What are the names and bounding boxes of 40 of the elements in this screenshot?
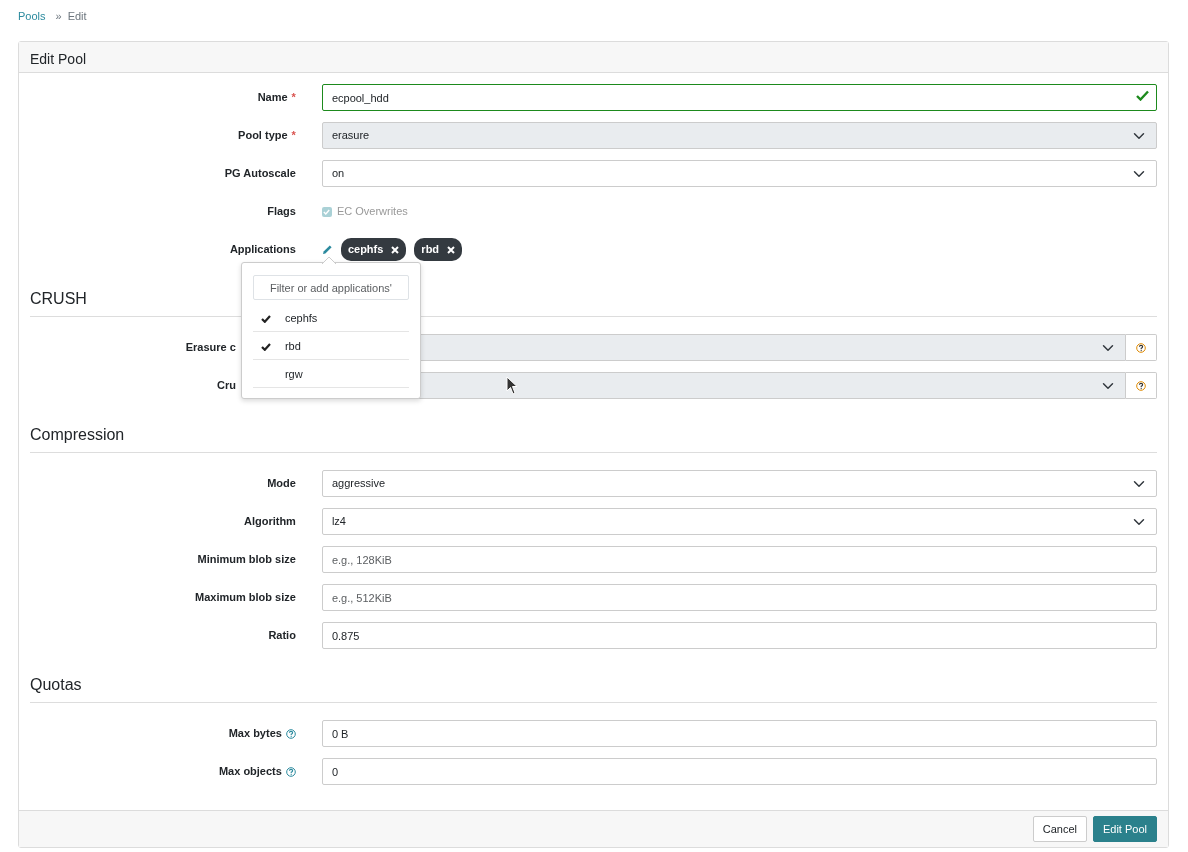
text-field[interactable]: e.g., 128KiB	[321, 546, 1157, 573]
breadcrumb-current: Edit	[67, 9, 87, 24]
select-field[interactable]: on	[321, 160, 1157, 187]
field-label: Max bytes	[228, 726, 282, 742]
section-heading: Compression	[30, 423, 1157, 453]
field-label: Pool type	[238, 128, 288, 144]
required-mark: *	[291, 90, 296, 106]
checkbox-label: EC Overwrites	[336, 204, 408, 220]
breadcrumb-link[interactable]: Pools	[18, 8, 46, 41]
submit-button[interactable]: Edit Pool	[1092, 816, 1157, 842]
application-option[interactable]: cephfs	[252, 304, 409, 333]
field-label: Max objects	[218, 764, 282, 780]
select-field[interactable]: aggressive	[321, 470, 1157, 497]
application-tag: rbd	[414, 238, 463, 261]
field-label: Erasure c	[185, 340, 236, 356]
field-label: PG Autoscale	[224, 166, 296, 182]
field-label: Maximum blob size	[195, 590, 296, 606]
section-heading: Quotas	[30, 673, 1157, 703]
field-label: Mode	[267, 476, 296, 492]
field-label: Name	[257, 90, 288, 106]
cancel-button[interactable]: Cancel	[1032, 816, 1087, 842]
application-tag: cephfs	[340, 238, 407, 261]
field-label: Flags	[267, 204, 296, 220]
text-field[interactable]: 0	[321, 758, 1157, 785]
field-label: Applications	[229, 242, 296, 258]
select-field[interactable]: lz4	[321, 508, 1157, 535]
field-label: Cru	[216, 378, 236, 394]
text-field[interactable]: ecpool_hdd	[321, 84, 1157, 111]
field-label: Minimum blob size	[197, 552, 296, 568]
card-title: Edit Pool	[19, 42, 1168, 73]
text-field[interactable]: e.g., 512KiB	[321, 584, 1157, 611]
text-field[interactable]: 0.875	[321, 622, 1157, 649]
application-option[interactable]: rgw	[252, 360, 409, 389]
field-label: Ratio	[268, 628, 296, 644]
field-label: Algorithm	[243, 514, 296, 530]
text-field[interactable]: 0 B	[321, 720, 1157, 747]
application-option[interactable]: rbd	[252, 332, 409, 361]
required-mark: *	[291, 128, 296, 144]
breadcrumb-separator: »	[55, 9, 62, 24]
filter-field[interactable]: Filter or add applications'	[252, 275, 409, 301]
